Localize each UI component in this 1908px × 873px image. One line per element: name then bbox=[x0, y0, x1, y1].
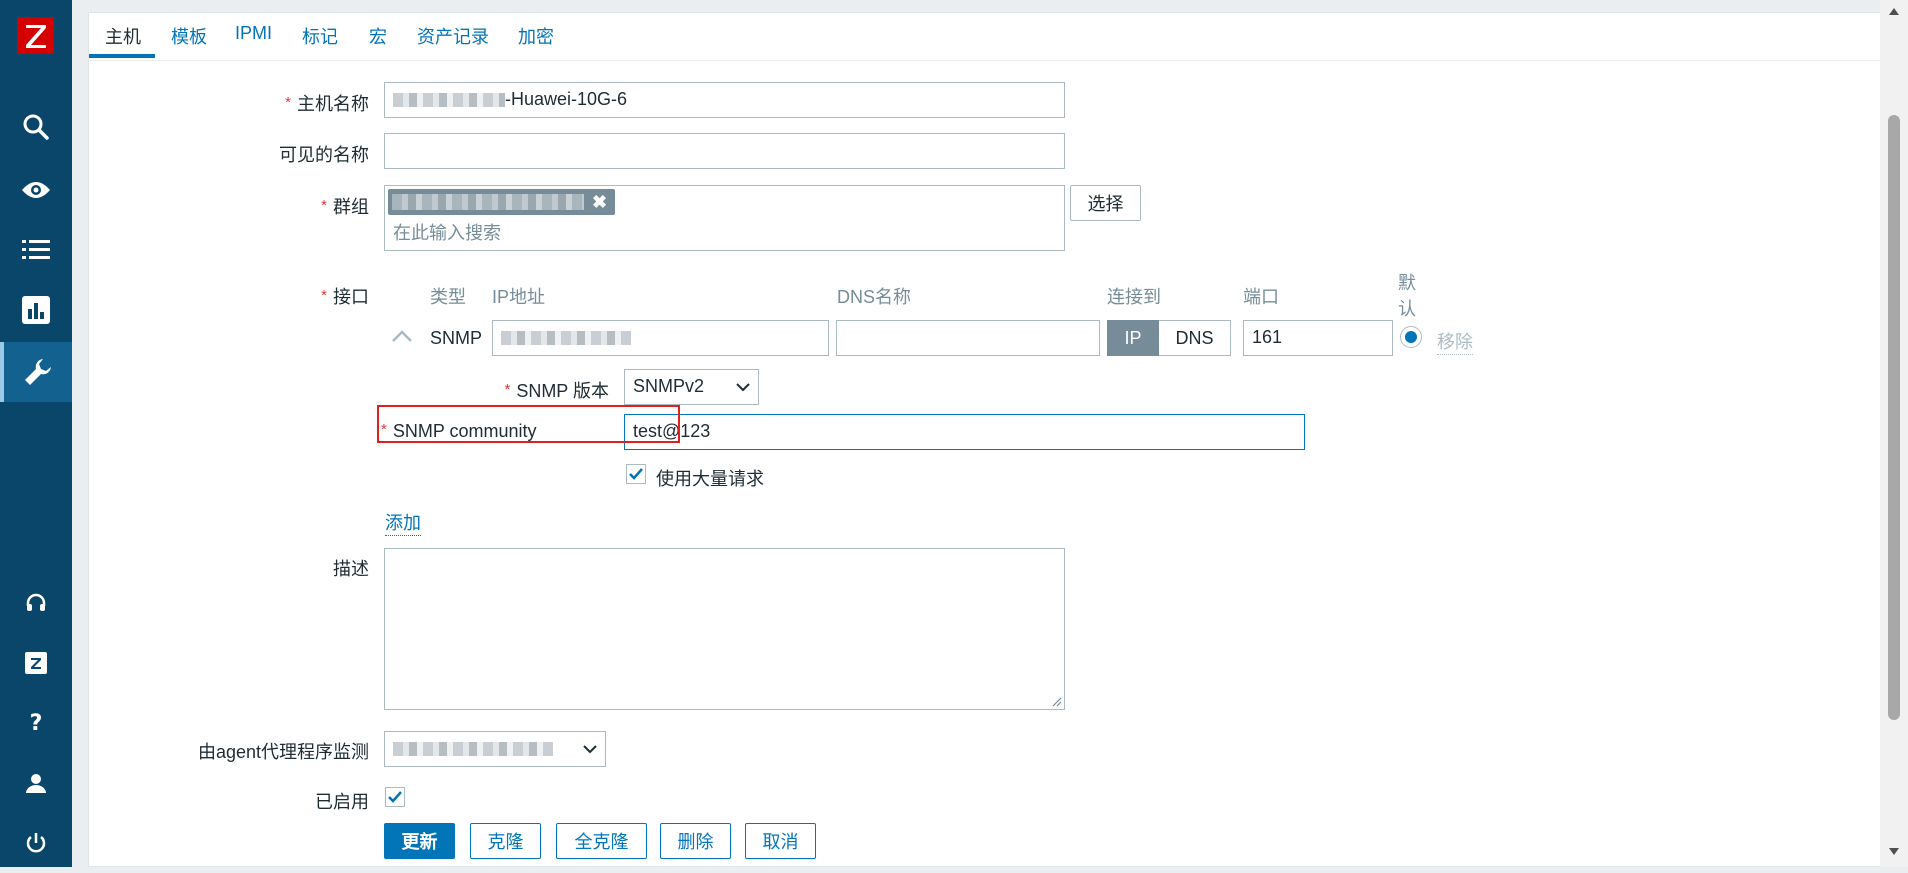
groups-label: * 群组 bbox=[321, 197, 369, 217]
chevron-down-icon bbox=[736, 383, 750, 392]
snmp-version-label: * SNMP 版本 bbox=[504, 381, 609, 401]
tab-templates[interactable]: 模板 bbox=[171, 23, 207, 49]
checkmark-icon bbox=[388, 791, 402, 803]
select-groups-button[interactable]: 选择 bbox=[1070, 185, 1141, 221]
list-icon[interactable] bbox=[0, 220, 72, 280]
search-icon[interactable] bbox=[0, 97, 72, 157]
visible-name-label: 可见的名称 bbox=[279, 145, 369, 165]
tab-host[interactable]: 主机 bbox=[105, 23, 141, 49]
hostname-value: -Huawei-10G-6 bbox=[505, 89, 628, 109]
connect-dns-option[interactable]: DNS bbox=[1159, 320, 1231, 356]
hostname-label: * 主机名称 bbox=[285, 94, 369, 114]
zabbix-share-icon[interactable] bbox=[0, 633, 72, 693]
proxy-label: 由agent代理程序监测 bbox=[197, 742, 369, 762]
interfaces-label: * 接口 bbox=[321, 287, 369, 307]
col-port: 端口 bbox=[1243, 287, 1279, 307]
collapse-chevron-icon[interactable] bbox=[391, 327, 413, 348]
blurred-text bbox=[393, 93, 505, 108]
proxy-select[interactable] bbox=[384, 731, 606, 767]
highlight-box bbox=[377, 405, 680, 443]
default-interface-radio[interactable] bbox=[1400, 326, 1422, 348]
sidebar: ? bbox=[0, 0, 72, 867]
groups-search-placeholder[interactable]: 在此输入搜索 bbox=[393, 219, 1056, 245]
tab-ipmi[interactable]: IPMI bbox=[235, 23, 272, 44]
tab-inventory[interactable]: 资产记录 bbox=[417, 23, 489, 49]
connect-to-toggle: IP DNS bbox=[1107, 320, 1231, 356]
support-headset-icon[interactable] bbox=[0, 573, 72, 633]
groups-multiselect[interactable]: ✖ 在此输入搜索 bbox=[384, 185, 1065, 251]
zabbix-logo[interactable] bbox=[17, 17, 54, 54]
snmp-version-select[interactable]: SNMPv2 bbox=[624, 369, 759, 405]
delete-button[interactable]: 删除 bbox=[660, 823, 731, 859]
connect-ip-option[interactable]: IP bbox=[1107, 320, 1159, 356]
blurred-group-name bbox=[392, 194, 584, 210]
update-button[interactable]: 更新 bbox=[384, 823, 455, 859]
tab-bar: 主机 模板 IPMI 标记 宏 资产记录 加密 bbox=[89, 13, 1908, 61]
vertical-scrollbar[interactable] bbox=[1880, 0, 1908, 867]
scroll-up-arrow-icon[interactable] bbox=[1888, 6, 1900, 16]
scroll-thumb[interactable] bbox=[1888, 115, 1900, 720]
snmp-community-input[interactable]: test@123 bbox=[624, 414, 1305, 450]
blurred-ip bbox=[501, 331, 631, 346]
iface-ip-input[interactable] bbox=[492, 320, 829, 356]
enabled-checkbox[interactable] bbox=[385, 787, 405, 807]
checkmark-icon bbox=[629, 468, 643, 480]
col-dns: DNS名称 bbox=[837, 287, 912, 307]
iface-dns-input[interactable] bbox=[836, 320, 1100, 356]
clone-button[interactable]: 克隆 bbox=[470, 823, 541, 859]
blurred-proxy-name bbox=[393, 742, 553, 757]
sign-out-power-icon[interactable] bbox=[0, 813, 72, 873]
bulk-requests-label: 使用大量请求 bbox=[656, 469, 764, 489]
chevron-down-icon bbox=[583, 745, 597, 754]
radio-dot bbox=[1405, 331, 1417, 343]
col-ip: IP地址 bbox=[492, 287, 546, 307]
tab-encryption[interactable]: 加密 bbox=[518, 23, 554, 49]
col-connect: 连接到 bbox=[1107, 287, 1161, 307]
add-interface-link[interactable]: 添加 bbox=[385, 509, 421, 536]
full-clone-button[interactable]: 全克隆 bbox=[556, 823, 647, 859]
enabled-label: 已启用 bbox=[315, 792, 369, 812]
remove-interface-link[interactable]: 移除 bbox=[1437, 328, 1473, 355]
description-textarea[interactable] bbox=[384, 548, 1065, 710]
cancel-button[interactable]: 取消 bbox=[745, 823, 816, 859]
configuration-wrench-icon[interactable] bbox=[0, 342, 72, 402]
col-default: 默认 bbox=[1398, 273, 1416, 319]
visible-name-input[interactable] bbox=[384, 133, 1065, 169]
eye-icon[interactable] bbox=[0, 160, 72, 220]
active-tab-indicator bbox=[89, 54, 155, 58]
group-tag: ✖ bbox=[388, 189, 616, 215]
bulk-requests-checkbox[interactable] bbox=[626, 464, 646, 484]
hostname-input[interactable]: -Huawei-10G-6 bbox=[384, 82, 1065, 118]
host-form-panel: 主机 模板 IPMI 标记 宏 资产记录 加密 * 主机名称 -Huawei-10… bbox=[88, 12, 1908, 867]
help-icon[interactable]: ? bbox=[0, 693, 72, 753]
top-strip bbox=[72, 0, 1872, 12]
main-area: 主机 模板 IPMI 标记 宏 资产记录 加密 * 主机名称 -Huawei-10… bbox=[72, 0, 1908, 867]
remove-group-icon[interactable]: ✖ bbox=[592, 192, 607, 213]
tab-macros[interactable]: 宏 bbox=[369, 23, 387, 49]
description-label: 描述 bbox=[333, 559, 369, 579]
reports-chart-icon[interactable] bbox=[0, 280, 72, 340]
scroll-down-arrow-icon[interactable] bbox=[1888, 847, 1900, 857]
resize-grip-icon[interactable] bbox=[1050, 695, 1062, 707]
snmp-version-value: SNMPv2 bbox=[633, 376, 705, 396]
col-type: 类型 bbox=[430, 287, 466, 307]
user-profile-icon[interactable] bbox=[0, 753, 72, 813]
tab-tags[interactable]: 标记 bbox=[302, 23, 338, 49]
iface-port-input[interactable]: 161 bbox=[1243, 320, 1393, 356]
iface-type: SNMP bbox=[430, 328, 483, 348]
